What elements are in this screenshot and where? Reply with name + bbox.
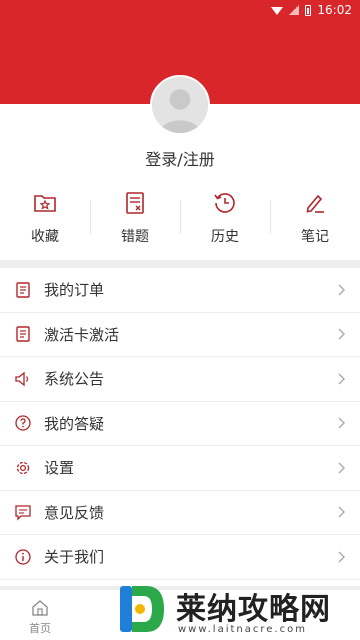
section-divider [0,260,360,268]
pen-note-icon [306,194,324,213]
watermark-logo-icon [120,586,164,632]
quick-wrong-questions-label: 错题 [121,229,149,245]
status-bar: 16:02 [0,0,360,20]
menu-item-label: 设置 [44,459,75,478]
quick-favorites[interactable]: 收藏 [0,186,90,252]
menu-item-my-orders[interactable]: 我的订单 [0,268,360,313]
menu-item-label: 系统公告 [44,370,105,389]
watermark: 莱纳攻略网 www.laitnacre.com [112,576,360,640]
chevron-right-icon [338,417,345,429]
menu-item-label: 意见反馈 [44,503,105,522]
battery-icon [305,4,312,16]
avatar[interactable] [150,75,210,135]
menu-item-label: 我的订单 [44,281,105,300]
menu-item-feedback[interactable]: 意见反馈 [0,491,360,535]
tab-home[interactable]: 首页 [20,598,60,636]
home-icon [32,600,48,616]
quick-wrong-questions[interactable]: 错题 [90,186,180,252]
chevron-right-icon [338,373,345,385]
quick-notes[interactable]: 笔记 [270,186,360,252]
default-avatar-icon [152,77,208,133]
status-time: 16:02 [317,3,352,17]
menu-item-label: 激活卡激活 [44,325,120,344]
tab-home-label: 首页 [29,622,51,635]
info-circle-icon [15,549,31,565]
watermark-title: 莱纳攻略网 [176,592,331,627]
gear-icon [16,461,30,474]
chevron-right-icon [338,462,345,474]
menu-item-announcements[interactable]: 系统公告 [0,357,360,402]
menu-list: 我的订单 激活卡激活 系统公告 我的答疑 设置 意见反馈 关于我们 [0,268,360,580]
quick-notes-label: 笔记 [301,229,329,245]
menu-item-settings[interactable]: 设置 [0,446,360,491]
chevron-right-icon [338,551,345,563]
chevron-right-icon [338,284,345,296]
activation-card-icon [16,326,30,342]
wrong-question-icon [126,192,144,214]
folder-star-icon [34,195,56,212]
menu-item-label: 关于我们 [44,548,105,567]
login-register-link[interactable]: 登录/注册 [0,146,360,170]
quick-favorites-label: 收藏 [31,229,59,245]
chevron-right-icon [338,328,345,340]
history-clock-icon [214,193,235,213]
feedback-chat-icon [15,505,31,521]
menu-item-label: 我的答疑 [44,414,105,433]
speaker-icon [15,371,29,387]
menu-item-activate-card[interactable]: 激活卡激活 [0,313,360,357]
wifi-icon [271,7,284,15]
menu-item-about-us[interactable]: 关于我们 [0,535,360,580]
quick-actions: 收藏 错题 历史 笔记 [0,186,360,252]
menu-item-my-qa[interactable]: 我的答疑 [0,402,360,446]
watermark-url: www.laitnacre.com [178,624,307,635]
question-circle-icon [15,415,31,431]
order-doc-icon [16,282,30,298]
quick-history-label: 历史 [211,229,239,245]
no-signal-icon [289,5,300,15]
chevron-right-icon [338,506,345,518]
quick-history[interactable]: 历史 [180,186,270,252]
